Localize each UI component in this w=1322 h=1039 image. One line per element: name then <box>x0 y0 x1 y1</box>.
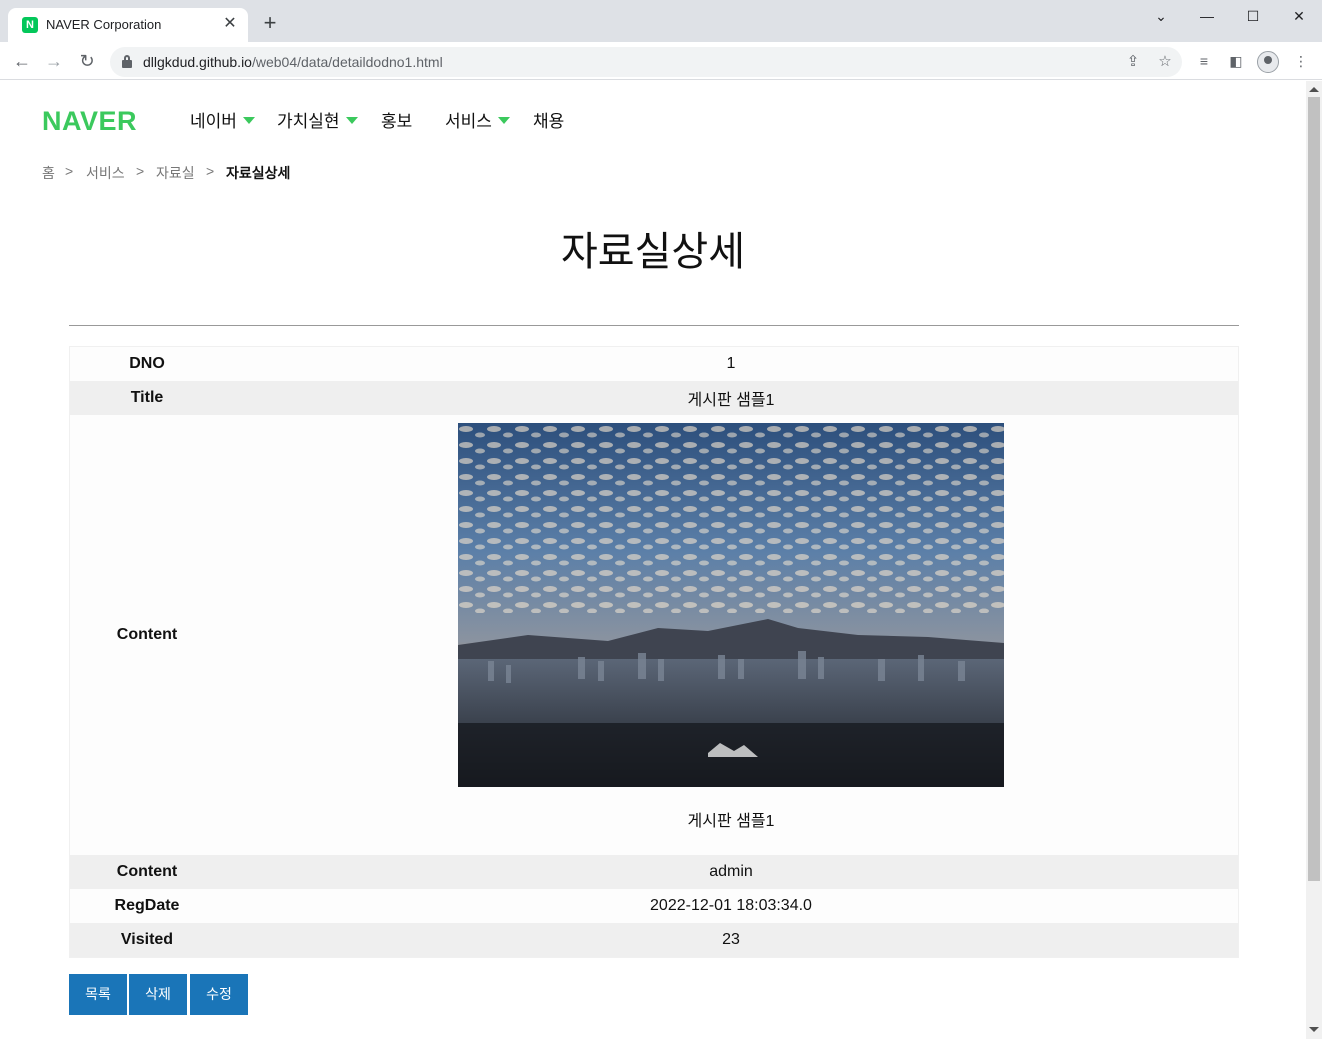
tab-close-icon[interactable]: ✕ <box>220 14 240 34</box>
table-row: Title 게시판 샘플1 <box>70 381 1238 415</box>
row-value: 23 <box>722 931 740 948</box>
reading-list-icon[interactable]: ≡ <box>1194 51 1214 71</box>
window-close-icon[interactable]: ✕ <box>1276 4 1322 28</box>
url-text[interactable]: dllgkdud.github.io/web04/data/detaildodn… <box>143 54 443 70</box>
naver-logo[interactable]: NAVER <box>42 106 137 137</box>
row-value: 게시판 샘플1 <box>687 392 775 409</box>
maximize-icon[interactable]: ☐ <box>1230 4 1276 28</box>
browser-tab[interactable]: N NAVER Corporation ✕ <box>8 8 248 42</box>
url-host: dllgkdud.github.io <box>143 54 252 70</box>
table-row: Visited 23 <box>70 923 1238 957</box>
table-row: DNO 1 <box>70 347 1238 381</box>
back-arrow-icon[interactable]: ← <box>10 49 34 73</box>
list-button[interactable]: 목록 <box>69 974 127 1015</box>
row-label: Title <box>130 389 164 406</box>
address-bar[interactable]: dllgkdud.github.io/web04/data/detaildodn… <box>110 47 1182 77</box>
row-label: Content <box>116 626 178 643</box>
breadcrumb-separator: > <box>206 163 215 179</box>
row-value: 게시판 샘플1 <box>224 415 1238 855</box>
image-caption: 게시판 샘플1 <box>687 813 775 830</box>
tab-search-icon[interactable]: ⌄ <box>1138 4 1184 28</box>
naver-favicon-icon: N <box>22 17 38 33</box>
dropdown-caret-icon <box>497 117 510 124</box>
lock-icon[interactable] <box>122 55 132 68</box>
nav-item-label: 서비스 <box>445 112 492 131</box>
row-value: 2022-12-01 18:03:34.0 <box>650 897 812 914</box>
nav-item-label: 가치실현 <box>277 112 340 131</box>
browser-toolbar: ← → ↻ dllgkdud.github.io/web04/data/deta… <box>0 42 1322 80</box>
page-scrollbar[interactable] <box>1306 81 1322 1039</box>
edit-button[interactable]: 수정 <box>190 974 248 1015</box>
nav-item-pr[interactable]: 홍보 <box>381 107 412 132</box>
breadcrumb-current: 자료실상세 <box>226 165 291 181</box>
table-row: Content 게시판 샘플1 <box>70 415 1238 855</box>
nav-item-service[interactable]: 서비스 <box>445 107 510 132</box>
row-label: RegDate <box>114 897 180 914</box>
row-label: Visited <box>120 931 174 948</box>
tab-title: NAVER Corporation <box>46 17 162 32</box>
new-tab-icon[interactable]: + <box>258 12 282 36</box>
minimize-icon[interactable]: — <box>1184 4 1230 28</box>
content-image <box>458 423 1004 787</box>
nav-item-label: 채용 <box>533 112 565 131</box>
bookmark-star-icon[interactable]: ☆ <box>1156 53 1174 71</box>
row-value: admin <box>709 863 753 880</box>
browser-tab-strip: N NAVER Corporation ✕ + ⌄ — ☐ ✕ <box>0 0 1322 42</box>
scroll-down-icon[interactable] <box>1309 1027 1319 1032</box>
scroll-up-icon[interactable] <box>1309 87 1319 92</box>
row-label: Content <box>116 863 178 880</box>
breadcrumb-separator: > <box>136 163 145 179</box>
page-title: 자료실상세 <box>561 230 745 274</box>
breadcrumb-service[interactable]: 서비스 <box>86 163 125 183</box>
title-divider <box>69 325 1239 326</box>
share-icon[interactable]: ⇪ <box>1124 53 1142 71</box>
dropdown-caret-icon <box>242 117 255 124</box>
delete-button[interactable]: 삭제 <box>129 974 187 1015</box>
row-label: DNO <box>129 355 165 372</box>
table-row: RegDate 2022-12-01 18:03:34.0 <box>70 889 1238 923</box>
nav-item-label: 네이버 <box>190 112 237 131</box>
breadcrumb-separator: > <box>65 163 74 179</box>
breadcrumb-home[interactable]: 홈 <box>42 163 55 183</box>
reload-icon[interactable]: ↻ <box>75 49 99 73</box>
nav-item-label: 홍보 <box>381 112 413 131</box>
nav-item-value[interactable]: 가치실현 <box>277 107 358 132</box>
breadcrumb-data[interactable]: 자료실 <box>156 163 195 183</box>
scrollbar-thumb[interactable] <box>1308 97 1320 881</box>
row-value: 1 <box>726 355 736 372</box>
dropdown-caret-icon <box>345 117 358 124</box>
more-menu-icon[interactable]: ⋮ <box>1291 51 1311 71</box>
table-row: Content admin <box>70 855 1238 889</box>
nav-item-naver[interactable]: 네이버 <box>190 107 255 132</box>
detail-table: DNO 1 Title 게시판 샘플1 Content 게시판 샘플1 Cont… <box>69 346 1239 958</box>
nav-item-recruit[interactable]: 채용 <box>533 107 564 132</box>
forward-arrow-icon[interactable]: → <box>42 49 66 73</box>
url-path: /web04/data/detaildodno1.html <box>251 54 443 70</box>
side-panel-icon[interactable]: ◧ <box>1226 51 1246 71</box>
profile-avatar-icon[interactable] <box>1257 51 1279 73</box>
city-skyline-photo <box>458 423 1004 787</box>
page-content: NAVER 네이버 가치실현 홍보 서비스 채용 홈 > 서비스 > 자료실 >… <box>0 81 1306 1039</box>
